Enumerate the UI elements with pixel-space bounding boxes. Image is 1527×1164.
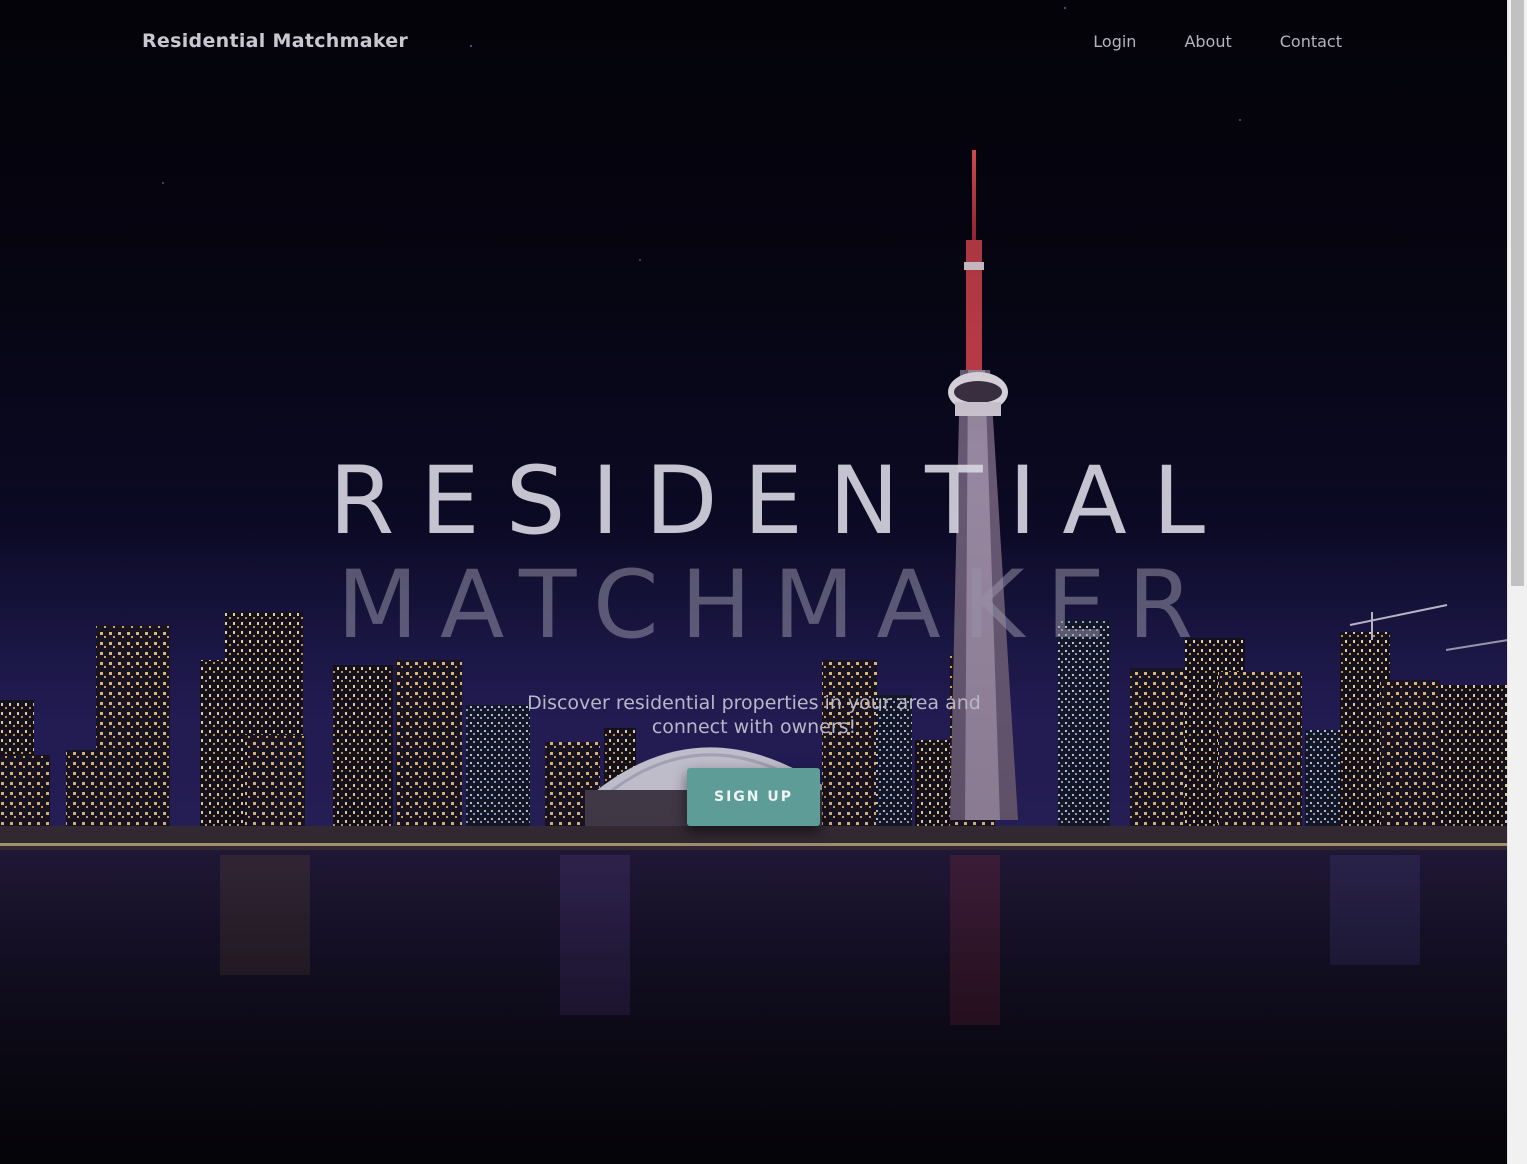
nav-link-contact[interactable]: Contact [1280, 32, 1342, 51]
vertical-scrollbar[interactable] [1507, 0, 1527, 1164]
hero-tagline: Discover residential properties in your … [527, 692, 981, 738]
hero-title-line2: MATCHMAKER [336, 551, 1216, 660]
nav-link-login[interactable]: Login [1093, 32, 1136, 51]
nav-link-about[interactable]: About [1184, 32, 1231, 51]
nav-links: Login About Contact [1093, 32, 1342, 51]
hero-title-line1: RESIDENTIAL [328, 447, 1231, 556]
sign-up-button[interactable]: SIGN UP [687, 768, 820, 826]
page: Residential Matchmaker Login About Conta… [0, 0, 1527, 1164]
navbar: Residential Matchmaker Login About Conta… [0, 0, 1508, 86]
brand-logo-link[interactable]: Residential Matchmaker [142, 30, 408, 52]
scrollbar-thumb[interactable] [1511, 0, 1524, 586]
